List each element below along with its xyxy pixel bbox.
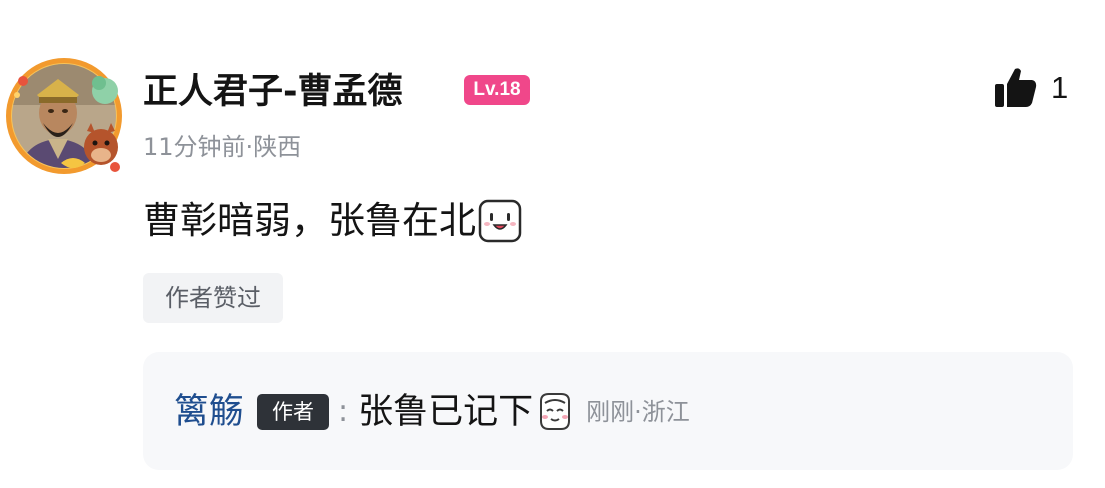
thumbs-up-icon (995, 68, 1037, 107)
level-badge: Lv.18 (464, 75, 530, 105)
reply-time: 刚刚 (586, 398, 635, 426)
author-tag: 作者 (257, 394, 330, 430)
username[interactable]: 正人君子-曹孟德 (143, 68, 403, 116)
author-liked-tag: 作者赞过 (143, 273, 283, 323)
smiling-face-emoji (478, 199, 522, 243)
comment-meta: 11分钟前·陕西 (143, 130, 301, 164)
avatar[interactable] (3, 55, 125, 177)
like-count: 1 (1051, 70, 1069, 105)
comment-time: 11分钟前 (143, 133, 246, 161)
reply-author-name[interactable]: 篱觞 (174, 388, 244, 436)
reply-meta-separator: · (634, 398, 642, 426)
reply-box[interactable]: 篱觞 作者 : 张鲁已记下 刚刚·浙江 (143, 352, 1073, 470)
reply-location: 浙江 (641, 398, 690, 426)
reply-text: 张鲁已记下 (358, 392, 534, 432)
like-button[interactable]: 1 (992, 64, 1068, 112)
reply-item: 篱觞 作者 : 张鲁已记下 刚刚·浙江 (174, 388, 690, 436)
comment-content[interactable]: 曹彰暗弱，张鲁在北 (143, 194, 522, 248)
sly-smile-emoji (540, 393, 571, 430)
reply-meta: 刚刚·浙江 (586, 388, 690, 436)
reply-separator: : (338, 394, 349, 429)
comment-location: 陕西 (253, 133, 302, 161)
comment-text: 曹彰暗弱，张鲁在北 (143, 199, 476, 242)
